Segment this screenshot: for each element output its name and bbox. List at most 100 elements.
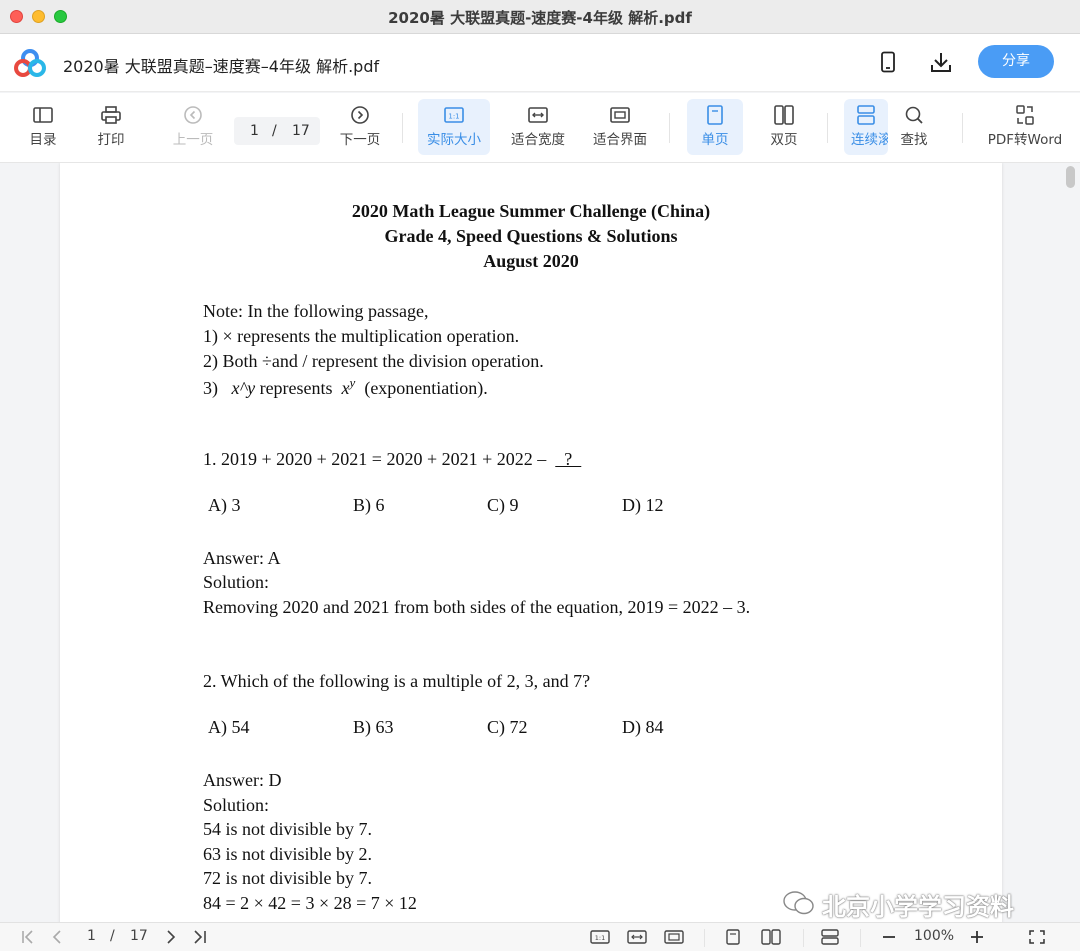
page-separator: / <box>272 123 277 139</box>
actual-size-icon: 1:1 <box>444 107 464 123</box>
q2-answer: Answer: D <box>203 770 282 790</box>
q2-option-d: D) 84 <box>622 717 664 737</box>
pdf-page: 2020 Math League Summer Challenge (China… <box>60 163 1002 922</box>
convert-icon <box>1016 105 1034 125</box>
print-button[interactable]: 打印 <box>86 99 136 155</box>
total-pages: 17 <box>292 123 310 139</box>
note-item-2: 2) Both ÷and / represent the division op… <box>203 351 544 371</box>
note3-prefix: 3) <box>203 378 232 398</box>
q2-option-a: A) 54 <box>208 717 250 737</box>
pdf-to-word-button[interactable]: PDF转Word <box>984 99 1066 155</box>
toolbar-divider <box>962 113 963 143</box>
download-icon[interactable] <box>929 50 953 74</box>
double-page-icon <box>774 105 794 125</box>
status-total-pages: 17 <box>130 928 148 944</box>
single-page-label: 单页 <box>701 132 729 148</box>
status-divider <box>860 929 861 947</box>
doc-heading-3: August 2020 <box>483 251 579 271</box>
share-button[interactable]: 分享 <box>978 45 1054 78</box>
actual-size-button[interactable]: 1:1 实际大小 <box>418 99 490 155</box>
fit-width-icon[interactable] <box>627 929 647 945</box>
q2-solution-label: Solution: <box>203 795 270 815</box>
q1-option-c: C) 9 <box>487 495 519 515</box>
first-page-icon[interactable] <box>20 929 38 945</box>
last-page-icon[interactable] <box>190 929 208 945</box>
vertical-scrollbar[interactable] <box>1066 166 1075 188</box>
status-current-page[interactable]: 1 <box>87 928 96 944</box>
actual-size-label: 实际大小 <box>427 132 481 148</box>
svg-text:1:1: 1:1 <box>595 934 605 942</box>
q1-option-d: D) 12 <box>622 495 664 515</box>
question-2: 2. Which of the following is a multiple … <box>203 671 591 691</box>
fullscreen-icon[interactable] <box>1028 929 1046 945</box>
next-page-button[interactable]: 下一页 <box>334 99 386 155</box>
q2-solution-line-1: 54 is not divisible by 7. <box>203 819 373 839</box>
question-1: 1. 2019 + 2020 + 2021 = 2020 + 2021 + 20… <box>203 449 581 470</box>
q1-solution-label: Solution: <box>203 572 270 592</box>
find-label: 查找 <box>900 132 928 148</box>
fit-page-button[interactable]: 适合界面 <box>588 99 652 155</box>
prev-page-label: 上一页 <box>172 132 214 148</box>
q2-solution-line-3: 72 is not divisible by 7. <box>203 868 373 888</box>
status-bar: 1 / 17 1:1 100% <box>0 922 1080 951</box>
wechat-icon <box>783 891 814 915</box>
chevron-left-icon[interactable] <box>48 929 66 945</box>
fit-width-button[interactable]: 适合宽度 <box>506 99 570 155</box>
zoom-in-icon[interactable] <box>968 929 986 945</box>
chevron-right-circle-icon <box>351 106 369 124</box>
continuous-scroll-button[interactable]: 连续滚 <box>844 99 888 155</box>
watermark-text: 北京小学学习资料 <box>822 893 1014 921</box>
find-button[interactable]: 查找 <box>892 99 936 155</box>
page-number-input[interactable]: 1 / 17 <box>234 117 320 145</box>
note3-base: x <box>341 378 350 398</box>
q1-solution: Removing 2020 and 2021 from both sides o… <box>203 597 751 617</box>
continuous-scroll-icon <box>857 105 875 125</box>
chevron-right-icon[interactable] <box>162 929 180 945</box>
double-page-button[interactable]: 双页 <box>759 99 809 155</box>
zoom-out-icon[interactable] <box>880 929 898 945</box>
fit-width-label: 适合宽度 <box>511 132 565 148</box>
single-page-button[interactable]: 单页 <box>687 99 743 155</box>
pdf-to-word-label: PDF转Word <box>987 132 1063 148</box>
toc-button[interactable]: 目录 <box>18 99 68 155</box>
single-page-icon[interactable] <box>724 929 742 945</box>
toc-label: 目录 <box>29 132 57 148</box>
fit-page-icon <box>610 107 630 123</box>
continuous-scroll-label: 连续滚 <box>851 132 888 148</box>
status-page-separator: / <box>110 928 115 944</box>
phone-icon[interactable] <box>876 50 900 74</box>
svg-text:1:1: 1:1 <box>448 113 459 121</box>
pdf-toolbar: 目录 打印 上一页 1 / 17 下一页 1:1 实际大小 适合宽度 适合界面 … <box>0 93 1080 163</box>
question-1-blank: ? <box>555 449 582 469</box>
fit-page-icon[interactable] <box>664 929 684 945</box>
printer-icon <box>101 106 121 124</box>
q1-option-a: A) 3 <box>208 495 241 515</box>
q2-option-b: B) 63 <box>353 717 394 737</box>
toolbar-divider <box>669 113 670 143</box>
q2-solution-line-4: 84 = 2 × 42 = 3 × 28 = 7 × 12 <box>203 893 417 913</box>
search-icon <box>905 106 923 124</box>
fit-width-icon <box>528 107 548 123</box>
question-1-text: 1. 2019 + 2020 + 2021 = 2020 + 2021 + 20… <box>203 449 556 469</box>
note3-mid: represents <box>255 378 342 398</box>
double-page-icon[interactable] <box>761 929 781 945</box>
prev-page-button[interactable]: 上一页 <box>166 99 220 155</box>
status-divider <box>803 929 804 947</box>
note-intro: Note: In the following passage, <box>203 301 429 321</box>
q2-option-c: C) 72 <box>487 717 528 737</box>
single-page-icon <box>707 105 723 125</box>
document-viewport[interactable]: 2020 Math League Summer Challenge (China… <box>0 163 1080 922</box>
q2-solution-line-2: 63 is not divisible by 2. <box>203 844 373 864</box>
actual-size-icon[interactable]: 1:1 <box>590 929 610 945</box>
note-item-3: 3) x^y represents xy (exponentiation). <box>203 375 488 399</box>
continuous-scroll-icon[interactable] <box>820 929 840 945</box>
app-logo-icon <box>14 49 46 77</box>
note3-expr: x^y <box>231 378 256 398</box>
toolbar-divider <box>827 113 828 143</box>
doc-heading-1: 2020 Math League Summer Challenge (China… <box>351 201 711 221</box>
window-titlebar: 2020暑 大联盟真题-速度赛-4年级 解析.pdf <box>0 0 1080 34</box>
toc-icon <box>33 107 53 123</box>
next-page-label: 下一页 <box>339 132 381 148</box>
current-page: 1 <box>250 123 259 139</box>
document-title: 2020暑 大联盟真题–速度赛–4年级 解析.pdf <box>63 57 380 76</box>
